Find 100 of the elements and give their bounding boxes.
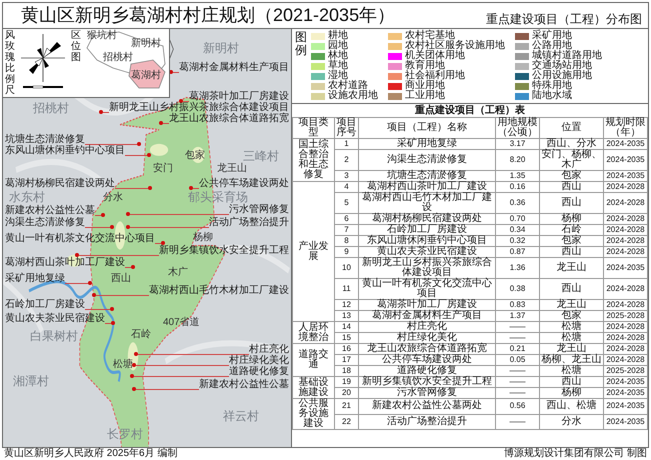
callout-label: 黄山一叶有机茶文化交流中心项目 xyxy=(5,233,155,244)
table-cell: 6 xyxy=(334,214,358,224)
legend-label: 草地 xyxy=(328,61,348,71)
table-cell: 人居环境整治 xyxy=(292,322,334,344)
column-header: 项目序号 xyxy=(334,118,358,138)
legend-label: 林地 xyxy=(328,51,348,61)
place-label: 三峰村 xyxy=(243,149,279,163)
place-label: 新明村 xyxy=(203,41,239,55)
point-marker xyxy=(130,374,134,378)
table-cell: 3 xyxy=(334,170,358,182)
leader-line xyxy=(136,389,199,390)
legend-label: 交通场站用地 xyxy=(532,61,592,71)
wind-rose-label: 风玫瑰比例尺 xyxy=(5,30,15,96)
place-label: 龙王山 xyxy=(217,163,247,174)
table-cell: 2024-2028 xyxy=(604,354,648,366)
table-cell: 0.87 xyxy=(496,246,540,258)
table-cell: 3.17 xyxy=(496,138,540,150)
legend-label: 工业用地 xyxy=(405,91,445,101)
table-cell: 2024-2028 xyxy=(604,182,648,192)
place-label: 407省道 xyxy=(163,317,200,328)
point-marker xyxy=(132,363,136,367)
table-cell: 葛湖村西山茶叶加工厂建设 xyxy=(358,182,496,192)
table-cell: 11 xyxy=(334,278,358,300)
leader-line xyxy=(183,101,189,102)
callout-label: 葛湖村金属材料生产项目 xyxy=(179,62,289,73)
table-cell: 新明乡集镇饮水安全提升工程 xyxy=(358,376,496,388)
table-cell: 包家 xyxy=(540,236,604,246)
table-cell: 国土综合整治和生态修复 xyxy=(292,138,334,182)
place-label: 松塘 xyxy=(113,359,133,370)
point-marker xyxy=(126,212,130,216)
table-cell: 产业发展 xyxy=(292,182,334,322)
legend-label: 农村社区服务设施用地 xyxy=(405,41,505,51)
callout-label: 新明乡集镇饮水安全提升工程 xyxy=(159,245,289,256)
table-cell: 沟渠生态清淤修复 xyxy=(358,150,496,170)
table-cell: 2024-2028 xyxy=(604,236,648,246)
callout-label: 坑塘生态清淤修复 xyxy=(5,134,85,145)
point-marker xyxy=(110,307,114,311)
table-cell: 公共停车场建设两处 xyxy=(358,354,496,366)
callout-label: 葛湖茶叶加工厂房建设 xyxy=(189,91,289,102)
table-cell: —— xyxy=(496,366,540,376)
table-cell: 1 xyxy=(334,138,358,150)
callout-label: 道路硬化修复 xyxy=(229,366,289,377)
table-cell: 0.32 xyxy=(496,236,540,246)
table-cell: 1.36 xyxy=(496,258,540,278)
table-cell: 2024-2035 xyxy=(604,398,648,414)
column-header: 项目（工程）名称 xyxy=(358,118,496,138)
point-marker xyxy=(88,281,92,285)
legend-label: 湿地 xyxy=(328,71,348,81)
table-cell: —— xyxy=(496,322,540,332)
table-cell: 分水 xyxy=(540,414,604,430)
location-map-label: 区位图 xyxy=(71,30,81,63)
callout-label: 葛湖村西山茶叶加工厂建设 xyxy=(5,257,125,268)
table-cell: 2024-2035 xyxy=(604,170,648,182)
table-cell: 13 xyxy=(334,310,358,322)
location-place-label: 葛湖村 xyxy=(131,70,161,81)
legend-label: 采矿用地 xyxy=(532,31,572,41)
table-cell: 葛湖村西山毛竹木材加工厂建设 xyxy=(358,192,496,214)
point-marker xyxy=(126,225,130,229)
table-cell: 松塘 xyxy=(540,366,604,376)
table-cell: 2024-2028 xyxy=(604,300,648,310)
table-cell: 基础设施建设 xyxy=(292,376,334,398)
location-place-label: 招桃村 xyxy=(103,52,133,63)
table-cell: 5 xyxy=(334,192,358,214)
table-cell: 0.34 xyxy=(496,224,540,236)
legend-label: 特殊用地 xyxy=(532,81,572,91)
table-cell: —— xyxy=(496,376,540,388)
place-label: 水东村 xyxy=(9,190,45,204)
leader-line xyxy=(85,309,110,310)
point-marker xyxy=(111,321,115,325)
table-cell: 石岭加工厂房建设 xyxy=(358,224,496,236)
point-marker xyxy=(110,225,114,229)
point-marker xyxy=(148,186,152,190)
leader-line xyxy=(65,283,88,284)
table-cell: 1.35 xyxy=(496,170,540,182)
legend-label: 机关团体用地 xyxy=(405,51,465,61)
place-label: 祥云村 xyxy=(223,409,259,423)
legend-label: 公路用地 xyxy=(532,41,572,51)
table-cell: 西山、分水 xyxy=(540,138,604,150)
table-cell: 西山、松塘 xyxy=(540,398,604,414)
callout-label: 新建农村公益性公墓 xyxy=(5,205,95,216)
table-cell: —— xyxy=(496,332,540,344)
column-header: 用地规模（公顷） xyxy=(496,118,540,138)
column-header: 规划时限（年） xyxy=(604,118,648,138)
table-cell: 坑塘生态清淤修复 xyxy=(358,170,496,182)
callout-label: 葛湖村西山毛竹木材加工厂建设 xyxy=(149,285,289,296)
legend-label: 设施农用地 xyxy=(328,91,378,101)
table-cell: 活动广场整治提升 xyxy=(358,414,496,430)
table-cell: 2024-2035 xyxy=(604,414,648,430)
footer-text: 黄山区新明乡人民政府 2025年6月 编制 xyxy=(4,448,178,460)
table-cell: 杨柳 xyxy=(540,388,604,398)
table-cell: 2024-2035 xyxy=(604,376,648,388)
callout-label: 村庄绿化美化 xyxy=(229,355,289,366)
place-label: 石岭 xyxy=(131,329,151,340)
table-cell: 2 xyxy=(334,150,358,170)
leader-line xyxy=(163,123,169,124)
table-cell: 0.21 xyxy=(496,344,540,354)
table-cell: 葛湖村杨柳民宿建设两处 xyxy=(358,214,496,224)
table-cell: 东风山塘休闲垂钓中心项目 xyxy=(358,236,496,246)
table-cell: 葛湖茶叶加工厂房建设 xyxy=(358,300,496,310)
table-cell: 2024-2028 xyxy=(604,344,648,354)
